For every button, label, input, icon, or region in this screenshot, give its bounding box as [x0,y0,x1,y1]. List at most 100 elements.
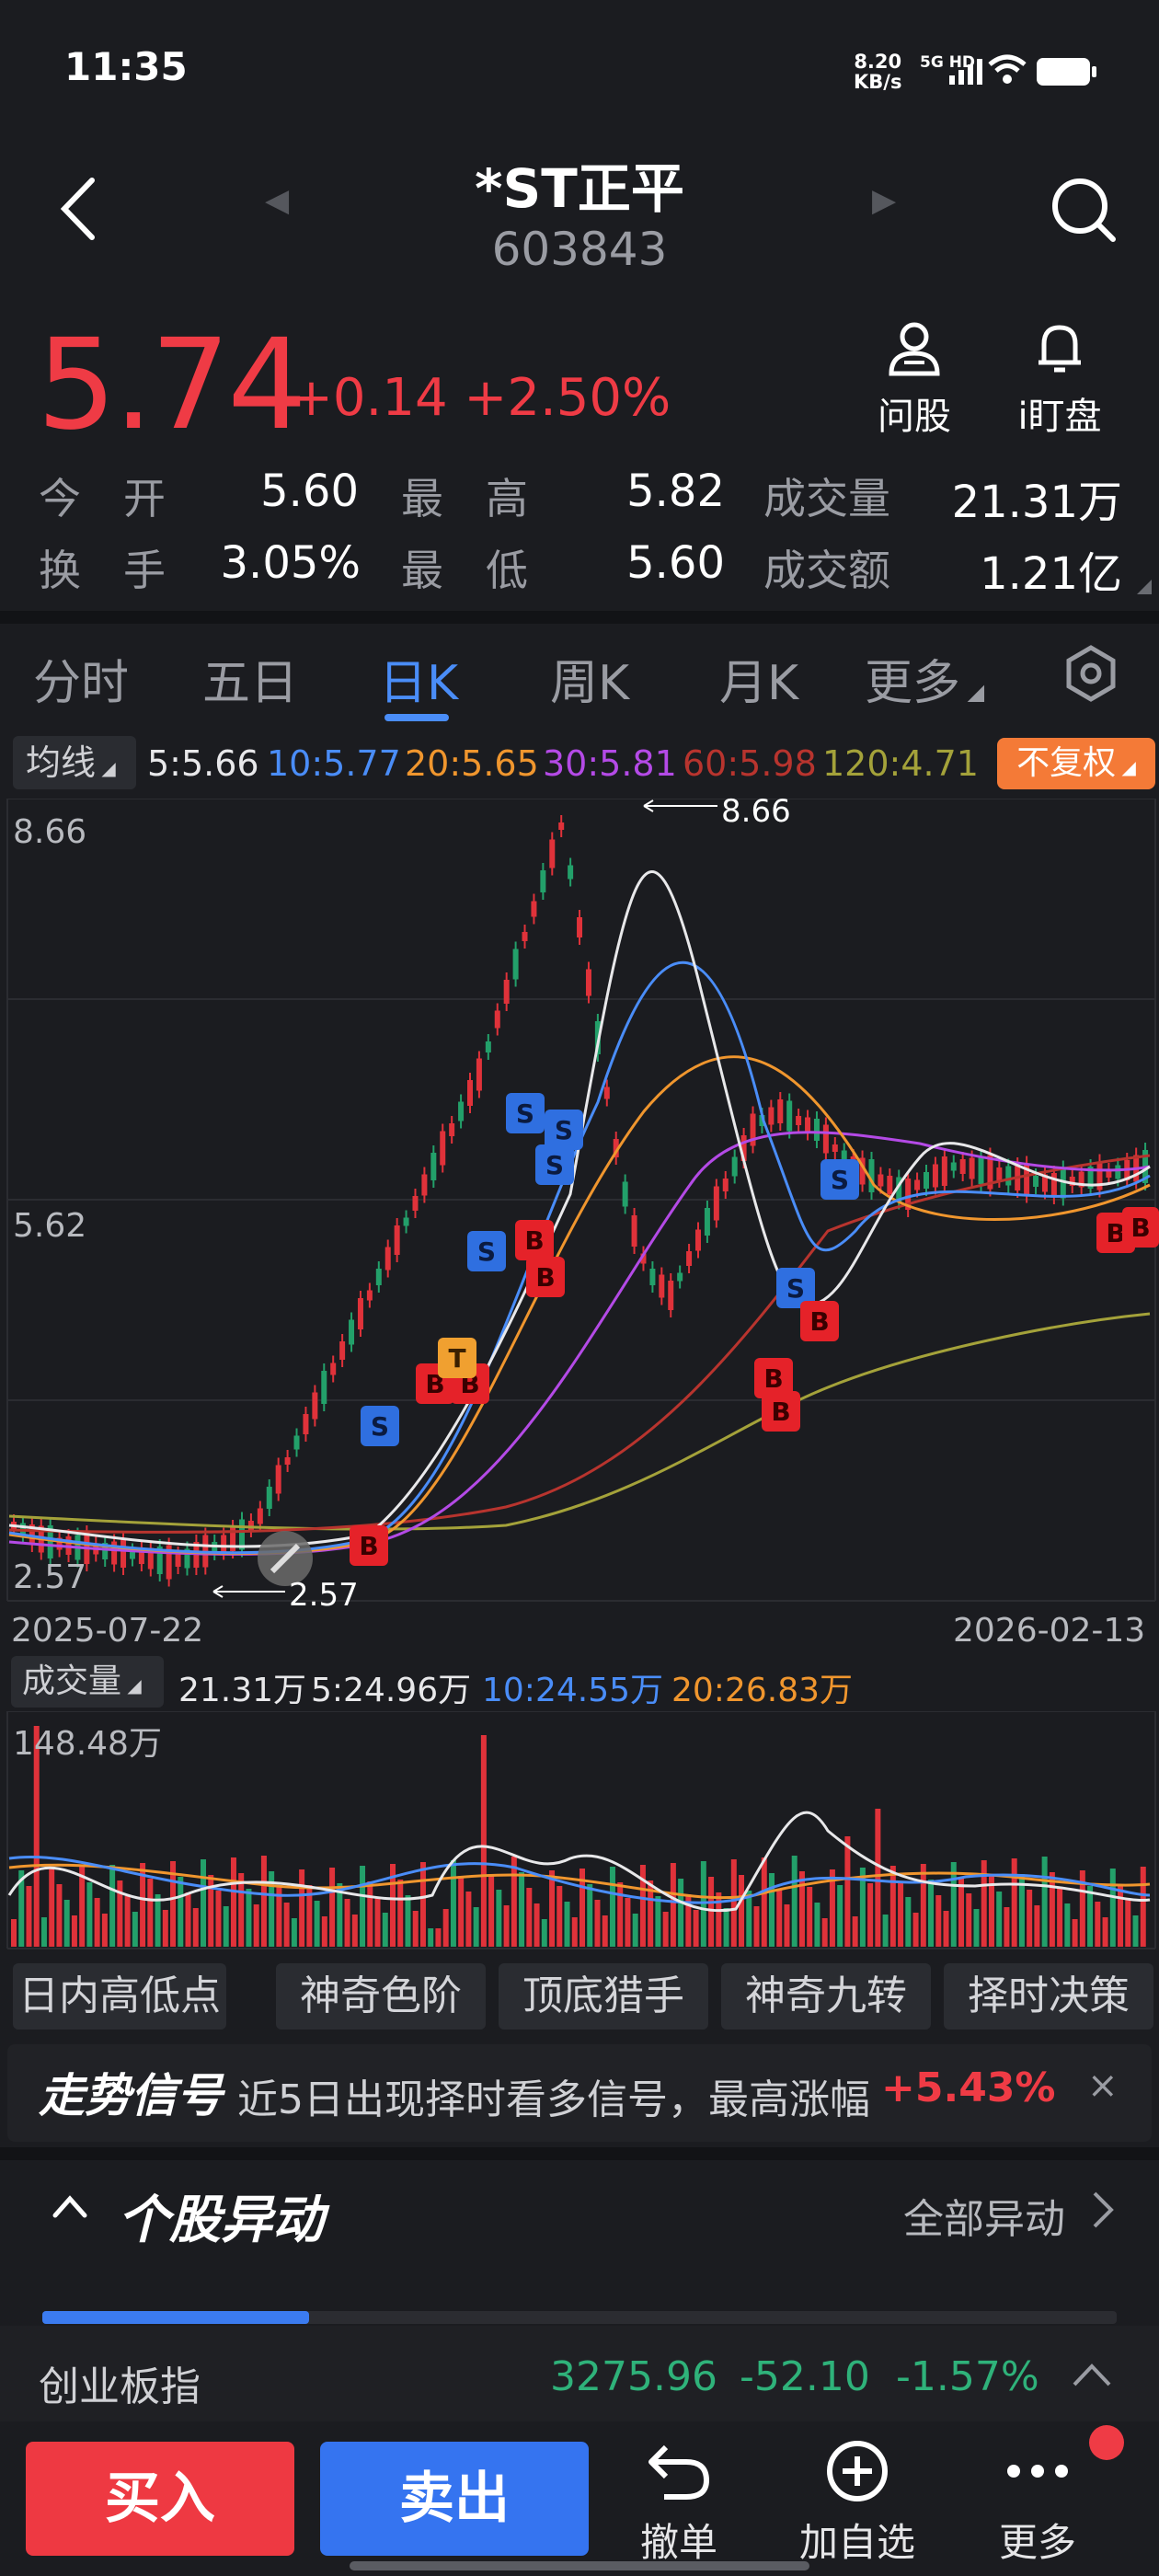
back-icon[interactable] [57,177,98,241]
volume-bar [776,1889,783,1947]
tab-five-day[interactable]: 五日 [202,644,298,713]
volume-bar [230,1857,236,1947]
expand-corner-icon[interactable] [1137,580,1152,594]
volume-bar [1057,1888,1063,1947]
current-price: 5.74 [37,313,307,458]
volume-current: 21.31万 [178,1672,307,1709]
tab-weekly-k[interactable]: 周K [550,644,629,713]
trend-signal-title: 走势信号 [39,2069,223,2122]
volume-bar [602,1915,608,1947]
volume-bar [503,1905,510,1947]
all-abnormal-link[interactable]: 全部异动 [903,2186,1065,2245]
chevron-up-icon[interactable] [1071,2357,1113,2390]
volume-value: 21.31万 [951,477,1122,528]
chevron-up-icon[interactable] [52,2188,88,2225]
tab-daily-k[interactable]: 日K [379,644,458,713]
svg-text:S: S [371,1411,389,1442]
volume-bar [40,1917,47,1947]
y-axis-bottom: 2.57 [13,1558,87,1596]
wifi-icon [988,54,1027,84]
volume-chart[interactable] [0,1711,1159,1952]
tab-monthly-k[interactable]: 月K [719,644,798,713]
bell-icon [1039,325,1081,373]
trend-signal-percent: +5.43% [881,2064,1056,2111]
volume-bar [1049,1872,1055,1947]
volume-bar [928,1880,935,1947]
volume-bar [935,1895,942,1947]
settings-icon[interactable] [1061,644,1120,703]
adjust-button[interactable]: 不复权 ◢ [997,738,1155,789]
volume-bar [1027,1890,1033,1947]
volume-select-label: 成交量 [22,1662,122,1700]
volume-bar [730,1859,737,1947]
next-stock-icon[interactable]: ▶ [872,182,896,219]
buy-button[interactable]: 买入 [26,2442,294,2556]
index-percent: -1.57% [896,2353,1039,2400]
y-axis-top: 8.66 [13,813,87,851]
low-label: 最 低 [401,546,528,595]
volume-bar [1132,1915,1139,1947]
ma120-line [8,1312,1151,1531]
volume-bar [458,1876,465,1947]
home-indicator[interactable] [350,2561,809,2570]
tab-intraday[interactable]: 分时 [33,644,129,713]
cancel-order-button[interactable]: 撤单 [605,2438,752,2568]
prev-stock-icon[interactable]: ◀ [265,182,289,219]
volume-bar [769,1873,775,1947]
battery-icon [1037,58,1096,86]
volume-bar [739,1875,745,1947]
intraday-high-low-button[interactable]: 日内高低点 [13,1963,226,2030]
volume-bar [26,1886,32,1947]
buy-signal-marker: B [762,1391,800,1432]
search-icon[interactable] [1049,175,1119,245]
high-marker-arrow [643,799,717,812]
volume-bar [1034,1905,1040,1947]
volume-bar [314,1901,320,1947]
ma-select[interactable]: 均线 ◢ [13,736,136,789]
volume-bar [723,1908,729,1947]
volume-bar [996,1892,1003,1947]
ask-stock-button[interactable]: 问股 [850,318,979,440]
abnormal-tab-active[interactable] [42,2311,309,2324]
volume-bar [791,1856,798,1947]
volume-bar [662,1912,669,1947]
low-marker-arrow [212,1585,285,1598]
magic-nine-button[interactable]: 神奇九转 [721,1963,931,2030]
price-change: +0.14 +2.50% [290,368,671,428]
volume-bar [246,1889,252,1947]
close-icon[interactable]: × [1087,2064,1119,2107]
volume-bar [367,1881,373,1947]
volume-select[interactable]: 成交量 ◢ [11,1656,164,1708]
volume-bar [1004,1907,1010,1947]
kline-chart[interactable]: B S B B T S B B S S S B B S B S B B [0,799,1159,1608]
tab-more[interactable]: 更多 ◢ [865,644,984,713]
trend-signal-text: 近5日出现择时看多信号，最高涨幅 [237,2076,870,2123]
volume-bar [450,1860,456,1947]
volume-bar [1011,1858,1017,1947]
index-name: 创业板指 [39,2363,201,2410]
svg-text:B: B [535,1262,555,1293]
svg-text:S: S [555,1115,573,1145]
volume-bar [678,1879,684,1947]
watch-button[interactable]: i盯盘 [995,318,1124,440]
date-end: 2026-02-13 [953,1612,1146,1650]
add-watchlist-button[interactable]: 加自选 [784,2438,931,2568]
volume-bar [753,1906,760,1947]
buy-signal-marker: B [526,1257,565,1297]
sell-button[interactable]: 卖出 [320,2442,589,2556]
volume-bar [557,1886,563,1947]
volume-bar [708,1877,715,1947]
person-icon [889,322,940,376]
magic-color-button[interactable]: 神奇色阶 [276,1963,486,2030]
chevron-right-icon[interactable] [1091,2190,1115,2230]
ma20-value: 20:5.65 [405,743,539,784]
volume-bar [71,1915,77,1947]
ma10-line [8,960,1151,1555]
more-button[interactable]: 更多 [964,2438,1111,2568]
timing-decision-button[interactable]: 择时决策 [944,1963,1153,2030]
sell-signal-marker: S [545,1110,583,1150]
volume-bars [11,1726,1146,1947]
top-bottom-hunter-button[interactable]: 顶底猎手 [499,1963,708,2030]
volume-bar [124,1896,131,1947]
volume-bar [958,1878,964,1947]
